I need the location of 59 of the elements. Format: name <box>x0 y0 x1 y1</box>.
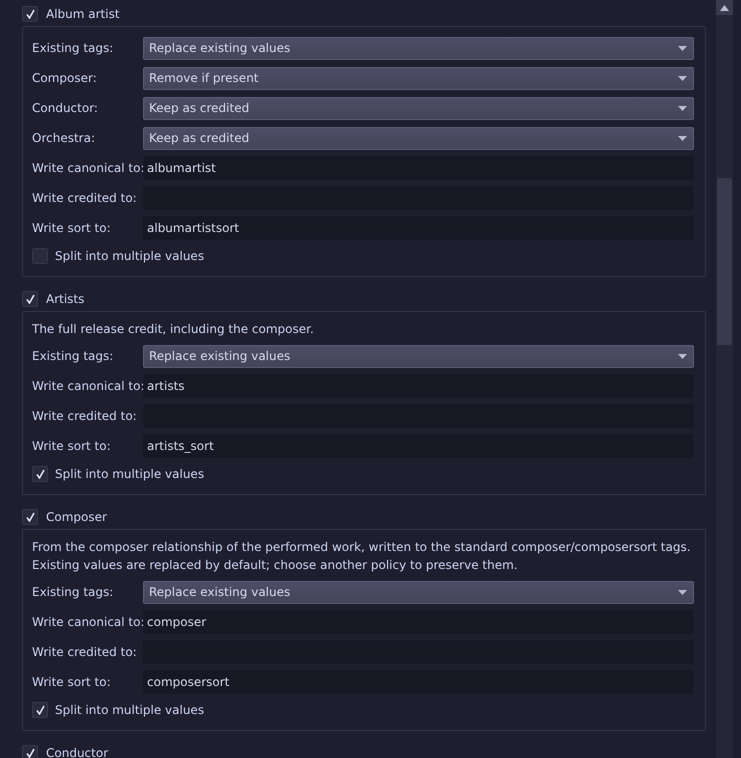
field-label: Existing tags: <box>32 584 114 601</box>
caret-icon <box>678 590 687 594</box>
text-field[interactable]: artists <box>143 374 694 398</box>
field-label: Existing tags: <box>32 40 114 57</box>
caret-icon <box>678 46 687 50</box>
checkbox[interactable] <box>22 509 38 525</box>
check-icon <box>26 748 34 758</box>
checkbox[interactable] <box>22 745 38 758</box>
checkbox-label: Split into multiple values <box>55 702 204 719</box>
scroll-up-button[interactable] <box>716 0 733 15</box>
checkbox[interactable] <box>32 466 48 482</box>
caret-icon <box>678 136 687 140</box>
caret-icon <box>678 354 687 358</box>
dropdown[interactable]: Keep as credited <box>143 96 694 120</box>
text-field[interactable]: albumartistsort <box>143 216 694 240</box>
checkbox[interactable] <box>22 291 38 307</box>
field-label: Write credited to: <box>32 408 138 425</box>
field-label: Conductor: <box>32 100 99 117</box>
dropdown[interactable]: Replace existing values <box>143 580 694 604</box>
scroll-thumb[interactable] <box>717 178 732 345</box>
field-label: Write credited to: <box>32 644 138 661</box>
field-label: Orchestra: <box>32 130 96 147</box>
dropdown[interactable]: Keep as credited <box>143 126 694 150</box>
field-label: Existing tags: <box>32 348 114 365</box>
text-field[interactable]: composer <box>143 610 694 634</box>
check-icon <box>36 469 44 479</box>
field-label: Write credited to: <box>32 190 138 207</box>
text-field[interactable]: composersort <box>143 670 694 694</box>
checkbox[interactable] <box>32 702 48 718</box>
caret-icon <box>678 106 687 110</box>
check-icon <box>26 9 34 19</box>
field-label: Write canonical to: <box>32 614 143 631</box>
group-title: Album artist <box>46 6 120 23</box>
dropdown[interactable]: Replace existing values <box>143 344 694 368</box>
description-text: From the composer relationship of the performed work, written to the standard composer/composersort tags. Existing values are replaced by default; choose another policy to preserve them. <box>32 539 692 574</box>
checkbox[interactable] <box>32 248 48 264</box>
field-label: Write canonical to: <box>32 378 143 395</box>
field-label: Write sort to: <box>32 220 112 237</box>
field-label: Write sort to: <box>32 438 112 455</box>
dropdown[interactable]: Remove if present <box>143 66 694 90</box>
check-icon <box>26 294 34 304</box>
caret-icon <box>678 76 687 80</box>
text-field[interactable]: albumartist <box>143 156 694 180</box>
group-title: Conductor <box>46 745 108 758</box>
dropdown[interactable]: Replace existing values <box>143 36 694 60</box>
checkbox[interactable] <box>22 6 38 22</box>
check-icon <box>36 705 44 715</box>
field-label: Write canonical to: <box>32 160 143 177</box>
text-field[interactable]: artists_sort <box>143 434 694 458</box>
check-icon <box>26 512 34 522</box>
up-arrow-icon <box>720 4 729 10</box>
checkbox-label: Split into multiple values <box>55 466 204 483</box>
checkbox-label: Split into multiple values <box>55 248 204 265</box>
scrollbar[interactable] <box>716 0 733 758</box>
description-text: The full release credit, including the composer. <box>32 321 315 338</box>
field-label: Composer: <box>32 70 98 87</box>
group-title: Composer <box>46 509 107 526</box>
group-title: Artists <box>46 291 84 308</box>
field-label: Write sort to: <box>32 674 112 691</box>
